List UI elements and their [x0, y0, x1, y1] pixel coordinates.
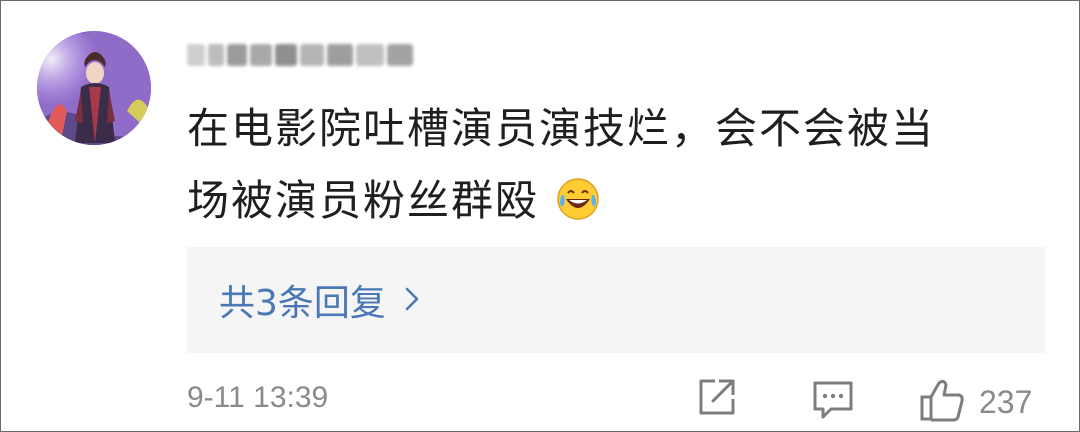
- blurred-char: [327, 44, 353, 66]
- replies-label: 共3条回复: [219, 283, 386, 324]
- blurred-char: [227, 44, 247, 66]
- replies-panel: 共3条回复: [187, 247, 1045, 353]
- blurred-char: [387, 44, 413, 66]
- comment-line-2-text: 场被演员粉丝群殴: [187, 176, 540, 225]
- blurred-char: [208, 44, 224, 66]
- laughing-tears-emoji-icon: [556, 171, 600, 243]
- like-count: 237: [979, 383, 1033, 420]
- chevron-right-icon: [404, 280, 420, 321]
- comment-card: 在电影院吐槽演员演技烂，会不会被当 场被演员粉丝群殴 共3条回复 9-11 13…: [0, 0, 1080, 432]
- action-bar: 237: [691, 375, 1051, 431]
- thumbs-up-icon: [917, 375, 967, 429]
- comment-line-2: 场被演员粉丝群殴: [187, 165, 1037, 243]
- timestamp: 9-11 13:39: [187, 381, 329, 414]
- blurred-char: [187, 44, 205, 66]
- comment-icon: [809, 375, 857, 427]
- avatar-image: [37, 31, 151, 145]
- blurred-char: [356, 44, 384, 66]
- view-replies-link[interactable]: 共3条回复: [219, 274, 420, 326]
- share-button[interactable]: [695, 375, 739, 423]
- username-blurred[interactable]: [187, 37, 413, 73]
- share-icon: [695, 375, 739, 423]
- comment-button[interactable]: [809, 375, 857, 427]
- blurred-char: [275, 44, 297, 66]
- like-button[interactable]: 237: [917, 375, 1032, 429]
- comment-line-1: 在电影院吐槽演员演技烂，会不会被当: [187, 104, 936, 153]
- comment-text: 在电影院吐槽演员演技烂，会不会被当 场被演员粉丝群殴: [187, 93, 1037, 243]
- blurred-char: [250, 44, 272, 66]
- avatar[interactable]: [37, 31, 151, 145]
- blurred-char: [300, 44, 324, 66]
